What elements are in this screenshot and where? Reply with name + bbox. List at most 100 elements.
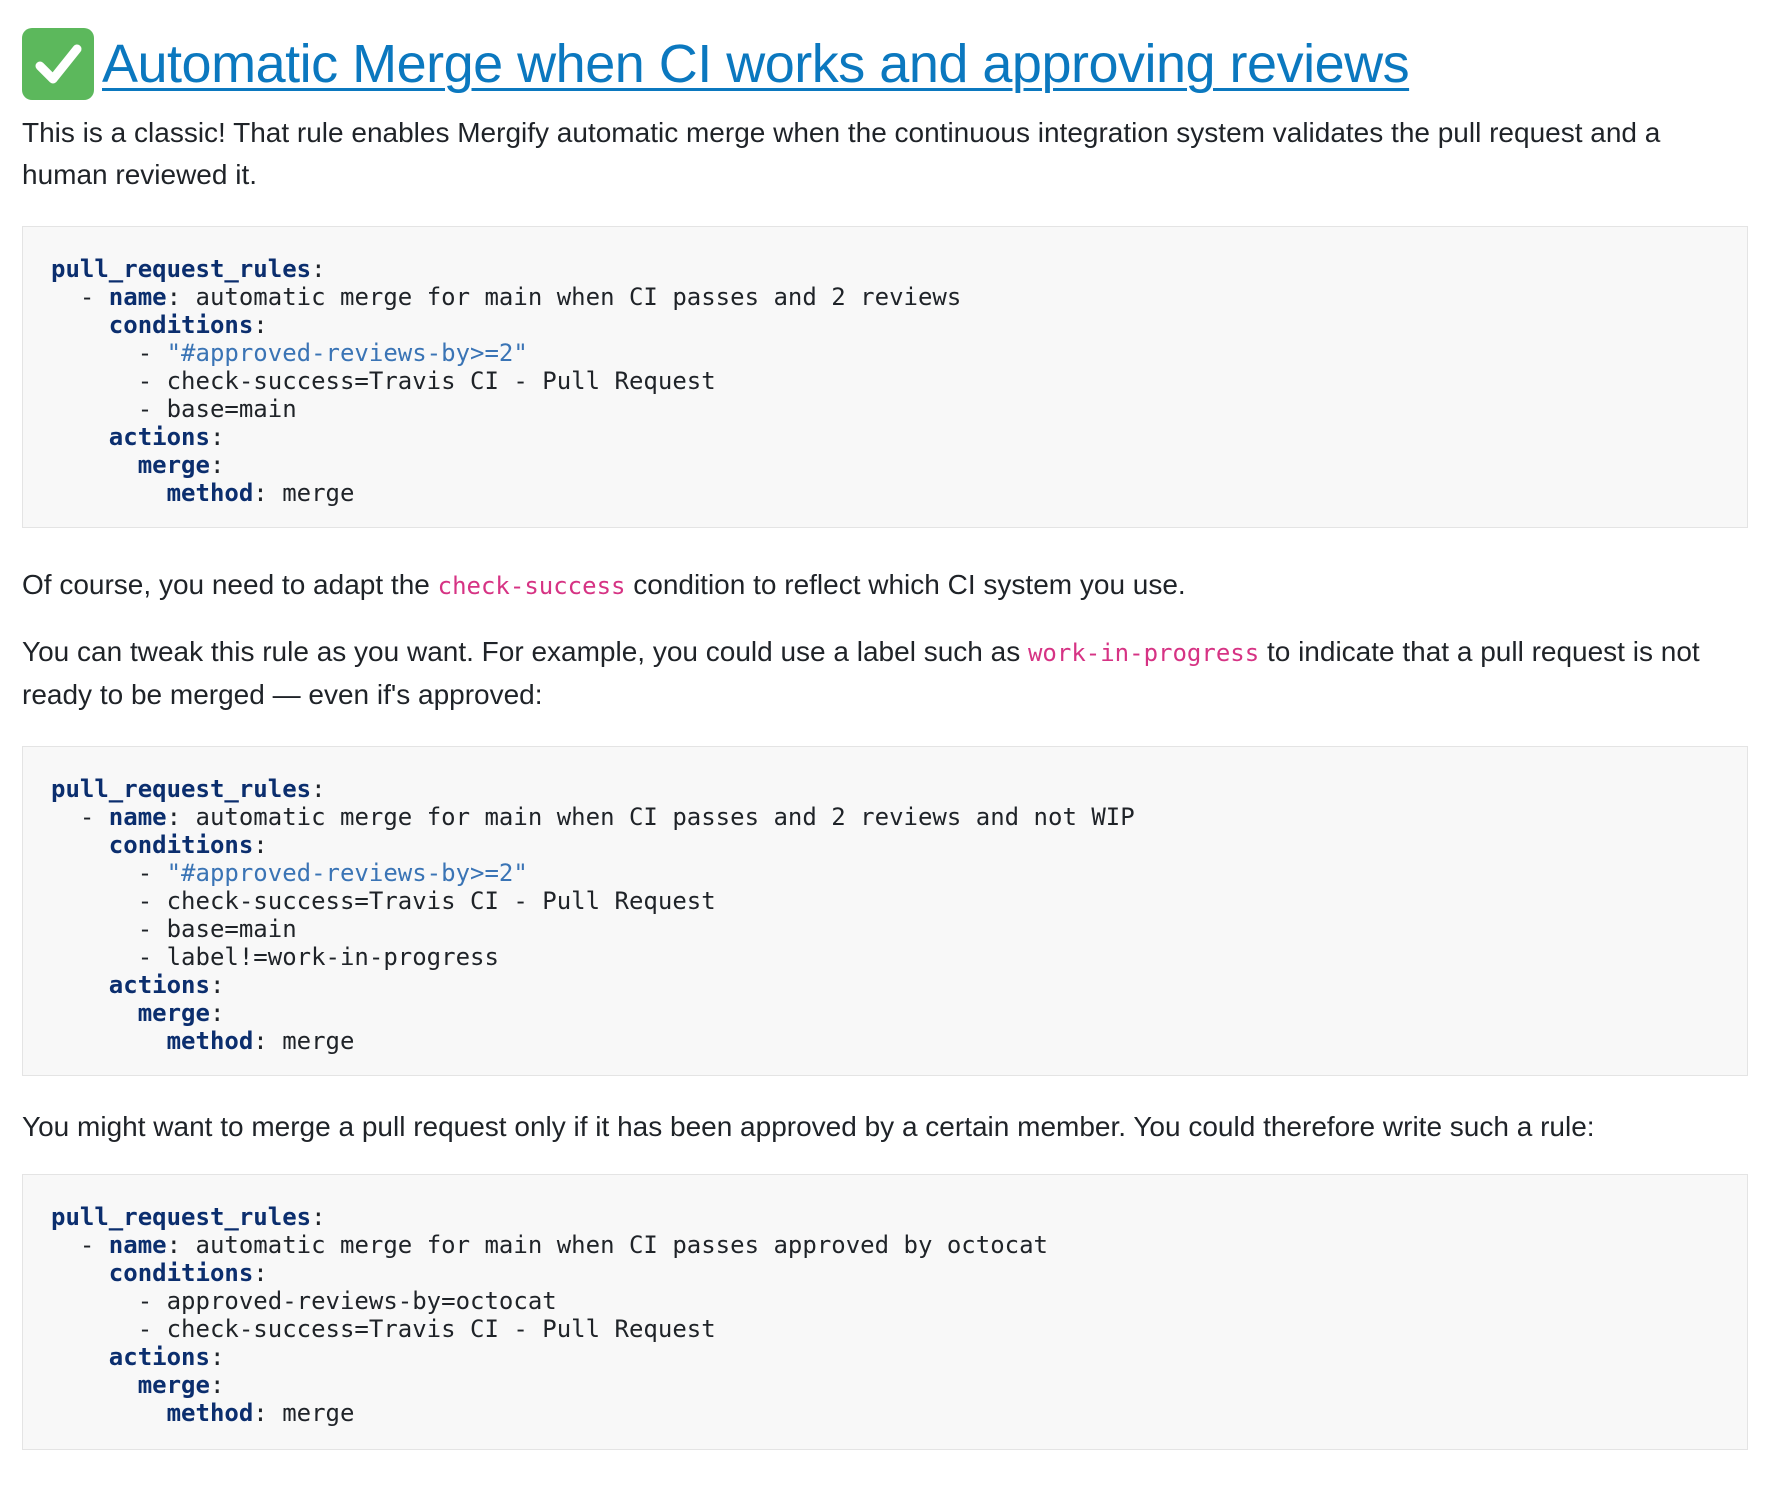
code-key: conditions [108,311,254,339]
adapt-check-paragraph: Of course, you need to adapt the check-s… [22,564,1748,607]
code-indent: - [51,1287,167,1315]
code-key: name [108,803,167,831]
code-indent: - [51,395,167,423]
code-line: method: merge [51,479,1719,507]
tweak-rule-paragraph: You can tweak this rule as you want. For… [22,631,1748,716]
code-key: method [166,479,254,507]
code-key: merge [137,999,210,1027]
code-key: pull_request_rules [51,255,312,283]
code-separator: : [166,283,196,311]
code-line: method: merge [51,1399,1719,1427]
code-indent: - [51,803,109,831]
code-separator: : [166,1231,196,1259]
approved-by-member-paragraph: You might want to merge a pull request o… [22,1111,1595,1142]
code-indent: - [51,367,167,395]
code-value: check-success=Travis CI - Pull Request [166,887,716,915]
code-indent: - [51,915,167,943]
code-key: conditions [108,831,254,859]
code-separator: : [209,1371,225,1399]
check-mark-button-icon [22,28,94,100]
paragraph-text: You can tweak this rule as you want. For… [22,636,1028,667]
code-separator: : [253,1027,283,1055]
code-indent: - [51,339,167,367]
code-line: - "#approved-reviews-by>=2" [51,859,1719,887]
code-line: - check-success=Travis CI - Pull Request [51,887,1719,915]
code-key: method [166,1399,254,1427]
yaml-code-block-1: pull_request_rules: - name: automatic me… [22,226,1748,528]
code-key: pull_request_rules [51,1203,312,1231]
code-value: base=main [166,915,297,943]
code-separator: : [166,803,196,831]
code-line: merge: [51,451,1719,479]
code-key: method [166,1027,254,1055]
code-line: actions: [51,971,1719,999]
code-separator: : [253,311,268,339]
code-separator: : [209,999,225,1027]
code-key: actions [108,1343,210,1371]
code-separator: : [209,451,225,479]
code-line: merge: [51,1371,1719,1399]
code-indent: - [51,859,167,887]
code-line: - name: automatic merge for main when CI… [51,283,1719,311]
code-key: name [108,283,167,311]
yaml-code-block-3: pull_request_rules: - name: automatic me… [22,1174,1748,1450]
code-value: merge [282,479,355,507]
code-line: pull_request_rules: [51,775,1719,803]
code-key: conditions [108,1259,254,1287]
code-line: - approved-reviews-by=octocat [51,1287,1719,1315]
code-value: merge [282,1399,355,1427]
code-line: - check-success=Travis CI - Pull Request [51,1315,1719,1343]
code-indent: - [51,1315,167,1343]
code-line: - name: automatic merge for main when CI… [51,1231,1719,1259]
code-line: - check-success=Travis CI - Pull Request [51,367,1719,395]
code-value: approved-reviews-by=octocat [166,1287,557,1315]
code-separator: : [253,1259,268,1287]
code-line: pull_request_rules: [51,1203,1719,1231]
code-line: - "#approved-reviews-by>=2" [51,339,1719,367]
code-indent: - [51,1231,109,1259]
code-line: - base=main [51,395,1719,423]
code-separator: : [311,1203,326,1231]
code-key: merge [137,1371,210,1399]
code-separator: : [209,423,225,451]
code-separator: : [311,255,326,283]
code-line: pull_request_rules: [51,255,1719,283]
code-indent: - [51,887,167,915]
code-value: automatic merge for main when CI passes … [195,803,1135,831]
inline-code-check-success: check-success [437,572,626,600]
inline-code-work-in-progress: work-in-progress [1027,639,1260,667]
code-key: name [108,1231,167,1259]
section-heading: Automatic Merge when CI works and approv… [22,24,1748,104]
code-line: method: merge [51,1027,1719,1055]
code-key: actions [108,423,210,451]
code-separator: : [253,479,283,507]
code-value: check-success=Travis CI - Pull Request [166,1315,716,1343]
code-line: - name: automatic merge for main when CI… [51,803,1719,831]
paragraph-text: Of course, you need to adapt the [22,569,438,600]
code-value: check-success=Travis CI - Pull Request [166,367,716,395]
code-value: automatic merge for main when CI passes … [195,283,962,311]
code-line: conditions: [51,311,1719,339]
intro-paragraph: This is a classic! That rule enables Mer… [22,117,1661,190]
code-indent: - [51,283,109,311]
code-line: conditions: [51,831,1719,859]
code-separator: : [209,1343,225,1371]
code-separator: : [209,971,225,999]
yaml-code-block-2: pull_request_rules: - name: automatic me… [22,746,1748,1076]
paragraph-text: condition to reflect which CI system you… [625,569,1186,600]
code-line: - base=main [51,915,1719,943]
heading-anchor-link[interactable]: Automatic Merge when CI works and approv… [102,34,1410,94]
code-key: merge [137,451,210,479]
code-key: pull_request_rules [51,775,312,803]
code-indent: - [51,943,167,971]
code-value: label!=work-in-progress [166,943,499,971]
